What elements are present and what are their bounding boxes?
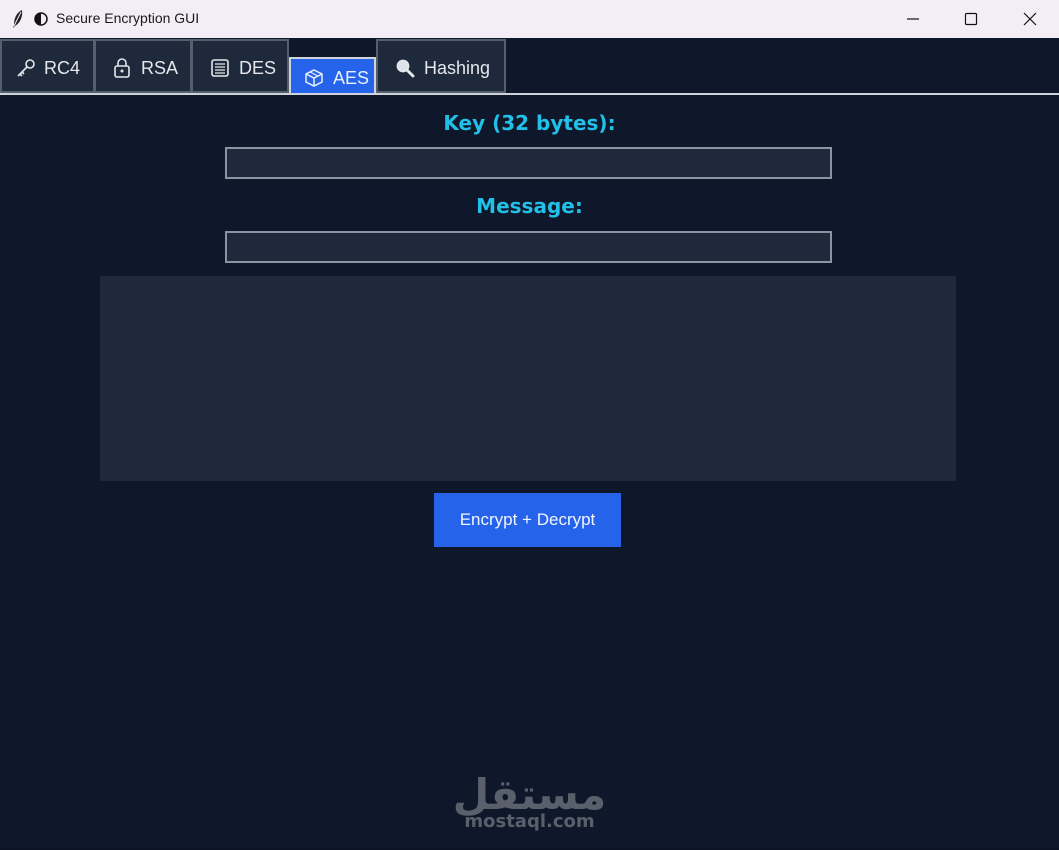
message-label: Message: [476, 194, 583, 218]
output-textarea[interactable] [100, 276, 956, 481]
tab-label: RC4 [44, 58, 81, 78]
maximize-icon [964, 12, 978, 26]
maximize-button[interactable] [942, 0, 1000, 38]
tab-rc4[interactable]: RC4 [0, 39, 95, 93]
title-bar: Secure Encryption GUI [0, 0, 1059, 38]
magnifier-icon [395, 58, 415, 78]
key-icon [16, 58, 36, 78]
tab-divider [0, 93, 1059, 95]
minimize-button[interactable] [884, 0, 942, 38]
tab-label: Hashing [424, 58, 491, 78]
tab-des[interactable]: DES [191, 39, 289, 93]
half-circle-icon [34, 11, 48, 26]
tab-aes[interactable]: AES [289, 57, 376, 95]
watermark-url: mostaql.com [464, 811, 595, 832]
close-button[interactable] [1001, 0, 1059, 38]
tab-rsa[interactable]: RSA [94, 39, 192, 93]
lock-icon [112, 58, 132, 78]
document-icon [210, 58, 230, 78]
tab-label: RSA [141, 58, 179, 78]
window-title: Secure Encryption GUI [56, 10, 200, 26]
message-input[interactable] [225, 231, 832, 263]
key-label: Key (32 bytes): [443, 111, 616, 135]
key-input[interactable] [225, 147, 832, 179]
tab-label: DES [239, 58, 277, 78]
minimize-icon [907, 18, 919, 20]
feather-icon [11, 9, 25, 29]
close-icon [1023, 12, 1037, 26]
tab-hashing[interactable]: Hashing [376, 39, 506, 93]
cube-icon [304, 68, 324, 88]
encrypt-decrypt-button[interactable]: Encrypt + Decrypt [434, 493, 621, 547]
tab-label: AES [333, 68, 370, 88]
